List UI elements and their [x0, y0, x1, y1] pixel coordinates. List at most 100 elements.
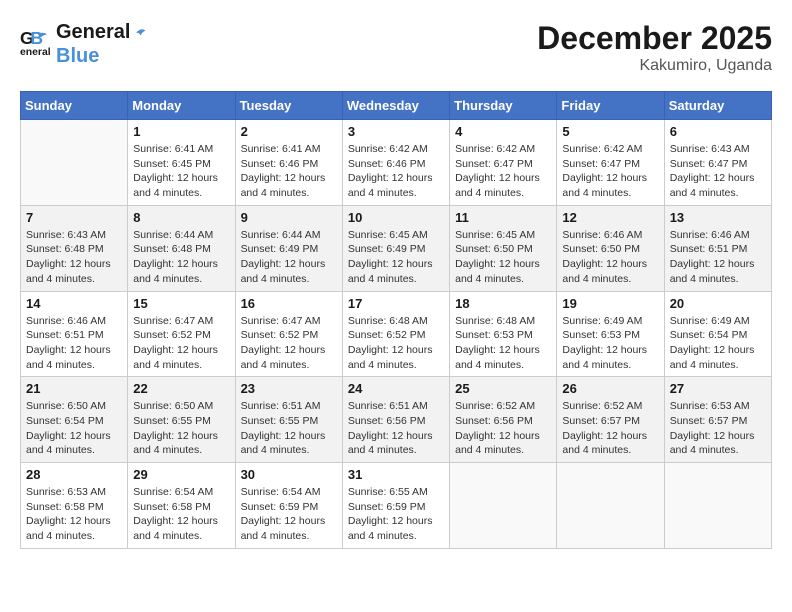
- day-info: Sunrise: 6:42 AMSunset: 6:46 PMDaylight:…: [348, 142, 444, 201]
- calendar-cell: 7 Sunrise: 6:43 AMSunset: 6:48 PMDaylight…: [21, 205, 128, 291]
- day-info: Sunrise: 6:50 AMSunset: 6:55 PMDaylight:…: [133, 399, 229, 458]
- calendar-cell: 2 Sunrise: 6:41 AMSunset: 6:46 PMDaylight…: [235, 120, 342, 206]
- calendar-cell: 21 Sunrise: 6:50 AMSunset: 6:54 PMDayligh…: [21, 377, 128, 463]
- day-info: Sunrise: 6:44 AMSunset: 6:48 PMDaylight:…: [133, 228, 229, 287]
- day-info: Sunrise: 6:51 AMSunset: 6:56 PMDaylight:…: [348, 399, 444, 458]
- day-info: Sunrise: 6:42 AMSunset: 6:47 PMDaylight:…: [562, 142, 658, 201]
- day-info: Sunrise: 6:49 AMSunset: 6:54 PMDaylight:…: [670, 314, 766, 373]
- day-info: Sunrise: 6:48 AMSunset: 6:52 PMDaylight:…: [348, 314, 444, 373]
- day-info: Sunrise: 6:42 AMSunset: 6:47 PMDaylight:…: [455, 142, 551, 201]
- day-number: 30: [241, 467, 337, 482]
- calendar-week-2: 7 Sunrise: 6:43 AMSunset: 6:48 PMDaylight…: [21, 205, 772, 291]
- day-info: Sunrise: 6:55 AMSunset: 6:59 PMDaylight:…: [348, 485, 444, 544]
- calendar-cell: [664, 463, 771, 549]
- day-number: 13: [670, 210, 766, 225]
- day-number: 4: [455, 124, 551, 139]
- calendar-cell: 3Sunrise: 6:42 AMSunset: 6:46 PMDaylight…: [342, 120, 449, 206]
- day-number: 14: [26, 296, 122, 311]
- day-info: Sunrise: 6:43 AMSunset: 6:47 PMDaylight:…: [670, 142, 766, 201]
- calendar-cell: 9 Sunrise: 6:44 AMSunset: 6:49 PMDaylight…: [235, 205, 342, 291]
- day-info: Sunrise: 6:46 AMSunset: 6:50 PMDaylight:…: [562, 228, 658, 287]
- calendar-cell: 18 Sunrise: 6:48 AMSunset: 6:53 PMDayligh…: [450, 291, 557, 377]
- day-number: 6: [670, 124, 766, 139]
- calendar-cell: 15Sunrise: 6:47 AMSunset: 6:52 PMDayligh…: [128, 291, 235, 377]
- calendar-cell: 29Sunrise: 6:54 AMSunset: 6:58 PMDayligh…: [128, 463, 235, 549]
- day-number: 21: [26, 381, 122, 396]
- calendar-cell: 19 Sunrise: 6:49 AMSunset: 6:53 PMDayligh…: [557, 291, 664, 377]
- day-number: 26: [562, 381, 658, 396]
- calendar-cell: 28Sunrise: 6:53 AMSunset: 6:58 PMDayligh…: [21, 463, 128, 549]
- day-number: 22: [133, 381, 229, 396]
- day-number: 20: [670, 296, 766, 311]
- calendar-week-3: 14 Sunrise: 6:46 AMSunset: 6:51 PMDayligh…: [21, 291, 772, 377]
- day-number: 24: [348, 381, 444, 396]
- day-info: Sunrise: 6:43 AMSunset: 6:48 PMDaylight:…: [26, 228, 122, 287]
- calendar-table: SundayMondayTuesdayWednesdayThursdayFrid…: [20, 91, 772, 549]
- day-number: 25: [455, 381, 551, 396]
- day-number: 19: [562, 296, 658, 311]
- calendar-cell: 22 Sunrise: 6:50 AMSunset: 6:55 PMDayligh…: [128, 377, 235, 463]
- calendar-cell: 5 Sunrise: 6:42 AMSunset: 6:47 PMDaylight…: [557, 120, 664, 206]
- day-number: 1: [133, 124, 229, 139]
- logo-blue: Blue: [56, 44, 154, 68]
- calendar-cell: 24 Sunrise: 6:51 AMSunset: 6:56 PMDayligh…: [342, 377, 449, 463]
- day-info: Sunrise: 6:53 AMSunset: 6:57 PMDaylight:…: [670, 399, 766, 458]
- day-number: 9: [241, 210, 337, 225]
- day-number: 8: [133, 210, 229, 225]
- weekday-header-saturday: Saturday: [664, 92, 771, 120]
- calendar-cell: 26 Sunrise: 6:52 AMSunset: 6:57 PMDayligh…: [557, 377, 664, 463]
- day-number: 10: [348, 210, 444, 225]
- calendar-cell: 23 Sunrise: 6:51 AMSunset: 6:55 PMDayligh…: [235, 377, 342, 463]
- calendar-cell: 1 Sunrise: 6:41 AMSunset: 6:45 PMDaylight…: [128, 120, 235, 206]
- calendar-week-5: 28Sunrise: 6:53 AMSunset: 6:58 PMDayligh…: [21, 463, 772, 549]
- day-info: Sunrise: 6:41 AMSunset: 6:45 PMDaylight:…: [133, 142, 229, 201]
- calendar-week-4: 21 Sunrise: 6:50 AMSunset: 6:54 PMDayligh…: [21, 377, 772, 463]
- calendar-cell: [21, 120, 128, 206]
- calendar-week-1: 1 Sunrise: 6:41 AMSunset: 6:45 PMDaylight…: [21, 120, 772, 206]
- day-info: Sunrise: 6:46 AMSunset: 6:51 PMDaylight:…: [26, 314, 122, 373]
- day-number: 23: [241, 381, 337, 396]
- logo-icon: G B eneral: [20, 28, 52, 60]
- day-info: Sunrise: 6:47 AMSunset: 6:52 PMDaylight:…: [241, 314, 337, 373]
- day-info: Sunrise: 6:44 AMSunset: 6:49 PMDaylight:…: [241, 228, 337, 287]
- day-number: 5: [562, 124, 658, 139]
- day-info: Sunrise: 6:45 AMSunset: 6:50 PMDaylight:…: [455, 228, 551, 287]
- logo: G B eneral General Blue: [20, 20, 154, 68]
- calendar-cell: 8 Sunrise: 6:44 AMSunset: 6:48 PMDaylight…: [128, 205, 235, 291]
- day-number: 12: [562, 210, 658, 225]
- calendar-cell: 27 Sunrise: 6:53 AMSunset: 6:57 PMDayligh…: [664, 377, 771, 463]
- day-number: 11: [455, 210, 551, 225]
- logo-general: General: [56, 20, 154, 44]
- day-number: 31: [348, 467, 444, 482]
- calendar-body: 1 Sunrise: 6:41 AMSunset: 6:45 PMDaylight…: [21, 120, 772, 549]
- day-number: 17: [348, 296, 444, 311]
- day-info: Sunrise: 6:50 AMSunset: 6:54 PMDaylight:…: [26, 399, 122, 458]
- day-number: 7: [26, 210, 122, 225]
- day-info: Sunrise: 6:41 AMSunset: 6:46 PMDaylight:…: [241, 142, 337, 201]
- calendar-cell: [557, 463, 664, 549]
- day-info: Sunrise: 6:52 AMSunset: 6:57 PMDaylight:…: [562, 399, 658, 458]
- day-number: 27: [670, 381, 766, 396]
- calendar-cell: 6 Sunrise: 6:43 AMSunset: 6:47 PMDaylight…: [664, 120, 771, 206]
- day-info: Sunrise: 6:49 AMSunset: 6:53 PMDaylight:…: [562, 314, 658, 373]
- day-number: 2: [241, 124, 337, 139]
- calendar-cell: [450, 463, 557, 549]
- calendar-title: December 2025: [537, 20, 772, 57]
- day-info: Sunrise: 6:51 AMSunset: 6:55 PMDaylight:…: [241, 399, 337, 458]
- day-number: 28: [26, 467, 122, 482]
- day-number: 18: [455, 296, 551, 311]
- weekday-header-friday: Friday: [557, 92, 664, 120]
- day-info: Sunrise: 6:48 AMSunset: 6:53 PMDaylight:…: [455, 314, 551, 373]
- calendar-cell: 14 Sunrise: 6:46 AMSunset: 6:51 PMDayligh…: [21, 291, 128, 377]
- calendar-cell: 13Sunrise: 6:46 AMSunset: 6:51 PMDayligh…: [664, 205, 771, 291]
- calendar-cell: 31 Sunrise: 6:55 AMSunset: 6:59 PMDayligh…: [342, 463, 449, 549]
- calendar-header: SundayMondayTuesdayWednesdayThursdayFrid…: [21, 92, 772, 120]
- calendar-cell: 12 Sunrise: 6:46 AMSunset: 6:50 PMDayligh…: [557, 205, 664, 291]
- day-info: Sunrise: 6:54 AMSunset: 6:59 PMDaylight:…: [241, 485, 337, 544]
- calendar-cell: 20 Sunrise: 6:49 AMSunset: 6:54 PMDayligh…: [664, 291, 771, 377]
- day-number: 15: [133, 296, 229, 311]
- calendar-cell: 17 Sunrise: 6:48 AMSunset: 6:52 PMDayligh…: [342, 291, 449, 377]
- day-info: Sunrise: 6:52 AMSunset: 6:56 PMDaylight:…: [455, 399, 551, 458]
- calendar-cell: 4 Sunrise: 6:42 AMSunset: 6:47 PMDaylight…: [450, 120, 557, 206]
- calendar-cell: 16Sunrise: 6:47 AMSunset: 6:52 PMDayligh…: [235, 291, 342, 377]
